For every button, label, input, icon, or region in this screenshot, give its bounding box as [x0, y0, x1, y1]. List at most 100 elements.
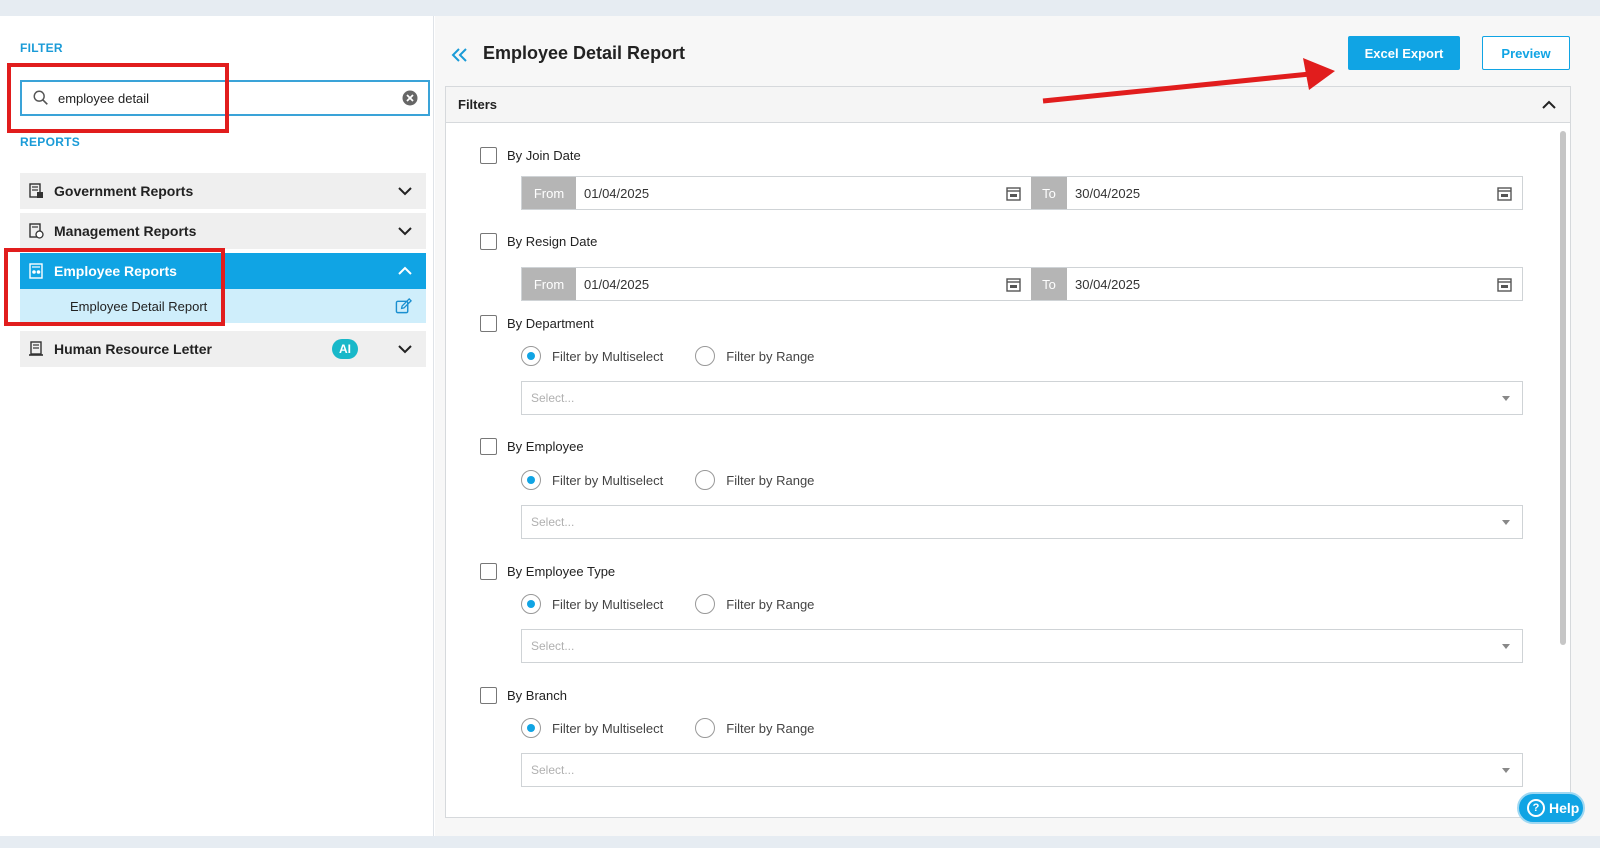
department-label: By Department — [507, 316, 594, 331]
chevron-down-icon — [398, 227, 412, 236]
resign-date-label: By Resign Date — [507, 234, 598, 249]
group-human-resource-letter[interactable]: Human Resource Letter AI — [20, 331, 426, 367]
radio-multiselect[interactable] — [521, 346, 541, 366]
resign-date-checkbox-row[interactable]: By Resign Date — [480, 233, 597, 250]
double-chevron-left-icon[interactable] — [451, 46, 469, 64]
sub-item-label: Employee Detail Report — [70, 298, 208, 314]
resign-date-checkbox[interactable] — [480, 233, 497, 250]
date-value: 01/04/2025 — [584, 185, 650, 201]
filters-header[interactable]: Filters — [446, 87, 1570, 123]
filters-card: Filters By Join Date From 01/04/2025 To … — [445, 86, 1571, 818]
join-date-to-field[interactable]: 30/04/2025 — [1067, 177, 1522, 209]
chevron-down-icon — [398, 345, 412, 354]
page-title: Employee Detail Report — [483, 43, 686, 63]
department-checkbox[interactable] — [480, 315, 497, 332]
to-label: To — [1031, 268, 1067, 300]
edit-icon[interactable] — [395, 298, 412, 315]
radio-range[interactable] — [695, 718, 716, 738]
date-value: 30/04/2025 — [1075, 185, 1141, 201]
branch-checkbox[interactable] — [480, 687, 497, 704]
report-icon — [29, 183, 43, 198]
chevron-up-icon[interactable] — [1542, 98, 1556, 112]
radio-multiselect[interactable] — [521, 594, 541, 614]
select-placeholder: Select... — [531, 639, 575, 653]
question-icon: ? — [1527, 799, 1545, 817]
caret-down-icon — [1502, 768, 1510, 773]
group-label: Employee Reports — [54, 263, 177, 279]
calendar-icon[interactable] — [1006, 277, 1021, 292]
employee-type-label: By Employee Type — [507, 564, 616, 579]
resign-date-to-field[interactable]: 30/04/2025 — [1067, 268, 1522, 300]
radio-range[interactable] — [695, 346, 716, 366]
radio-label: Filter by Range — [726, 472, 815, 488]
employee-type-checkbox[interactable] — [480, 563, 497, 580]
branch-checkbox-row[interactable]: By Branch — [480, 687, 567, 704]
radio-label: Filter by Multiselect — [552, 720, 664, 736]
join-date-from-field[interactable]: 01/04/2025 — [576, 177, 1031, 209]
radio-label: Filter by Range — [726, 596, 815, 612]
date-value: 01/04/2025 — [584, 276, 650, 292]
department-checkbox-row[interactable]: By Department — [480, 315, 594, 332]
radio-multiselect[interactable] — [521, 470, 541, 490]
employee-label: By Employee — [507, 439, 584, 454]
help-label: Help — [1549, 800, 1580, 816]
radio-label: Filter by Range — [726, 720, 815, 736]
calendar-icon[interactable] — [1497, 186, 1512, 201]
branch-radio-group: Filter by Multiselect Filter by Range — [521, 718, 814, 738]
join-date-label: By Join Date — [507, 148, 581, 163]
branch-select[interactable]: Select... — [521, 753, 1523, 787]
radio-range[interactable] — [695, 470, 716, 490]
filter-label: FILTER — [20, 41, 63, 55]
radio-label: Filter by Multiselect — [552, 472, 664, 488]
chevron-up-icon — [398, 266, 412, 275]
radio-label: Filter by Range — [726, 348, 815, 364]
chevron-down-icon — [398, 187, 412, 196]
letter-icon — [29, 341, 43, 356]
radio-label: Filter by Multiselect — [552, 596, 664, 612]
group-management-reports[interactable]: Management Reports — [20, 213, 426, 249]
calendar-icon[interactable] — [1006, 186, 1021, 201]
radio-label: Filter by Multiselect — [552, 348, 664, 364]
select-placeholder: Select... — [531, 763, 575, 777]
reports-label: REPORTS — [20, 135, 81, 149]
search-box[interactable] — [20, 80, 430, 116]
clear-icon[interactable] — [402, 90, 418, 106]
date-value: 30/04/2025 — [1075, 276, 1141, 292]
search-icon — [33, 90, 48, 105]
join-date-checkbox[interactable] — [480, 147, 497, 164]
group-label: Government Reports — [54, 183, 194, 199]
help-button[interactable]: ? Help — [1517, 792, 1585, 824]
employee-type-radio-group: Filter by Multiselect Filter by Range — [521, 594, 814, 614]
group-employee-reports[interactable]: Employee Reports — [20, 253, 426, 289]
department-select[interactable]: Select... — [521, 381, 1523, 415]
employee-type-select[interactable]: Select... — [521, 629, 1523, 663]
ai-badge: AI — [332, 339, 358, 359]
report-clock-icon — [29, 223, 44, 239]
scrollbar[interactable] — [1560, 131, 1566, 645]
employee-checkbox-row[interactable]: By Employee — [480, 438, 584, 455]
radio-range[interactable] — [695, 594, 716, 614]
calendar-icon[interactable] — [1497, 277, 1512, 292]
resign-date-from-field[interactable]: 01/04/2025 — [576, 268, 1031, 300]
group-label: Human Resource Letter — [54, 341, 212, 357]
group-label: Management Reports — [54, 223, 197, 239]
employee-select[interactable]: Select... — [521, 505, 1523, 539]
preview-button[interactable]: Preview — [1482, 36, 1570, 70]
group-government-reports[interactable]: Government Reports — [20, 173, 426, 209]
employee-report-icon — [29, 263, 43, 279]
select-placeholder: Select... — [531, 391, 575, 405]
excel-export-button[interactable]: Excel Export — [1348, 36, 1460, 70]
employee-type-checkbox-row[interactable]: By Employee Type — [480, 563, 615, 580]
employee-checkbox[interactable] — [480, 438, 497, 455]
select-placeholder: Select... — [531, 515, 575, 529]
to-label: To — [1031, 177, 1067, 209]
sidebar: FILTER REPORTS Government Reports — [0, 16, 434, 836]
branch-label: By Branch — [507, 688, 567, 703]
join-date-checkbox-row[interactable]: By Join Date — [480, 147, 581, 164]
from-label: From — [522, 268, 576, 300]
search-input[interactable] — [58, 90, 388, 106]
radio-multiselect[interactable] — [521, 718, 541, 738]
caret-down-icon — [1502, 396, 1510, 401]
resign-date-range: From 01/04/2025 To 30/04/2025 — [521, 267, 1523, 301]
sub-item-employee-detail-report[interactable]: Employee Detail Report — [20, 289, 426, 323]
